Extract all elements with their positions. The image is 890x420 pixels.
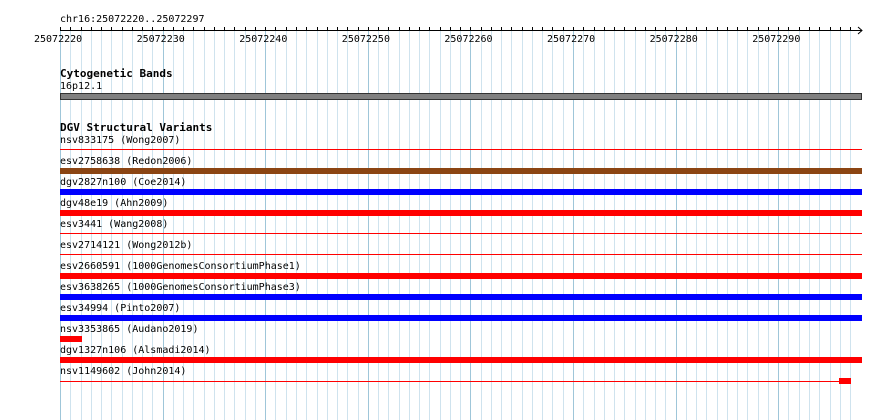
variant-feature-nsv3353865[interactable] (60, 336, 82, 342)
variant-label[interactable]: dgv1327n106 (Alsmadi2014) (60, 345, 211, 357)
dgv-track-title: DGV Structural Variants (60, 121, 213, 134)
variant-feature-esv3441[interactable] (60, 233, 862, 234)
cytoband-track-title: Cytogenetic Bands (60, 67, 173, 80)
cytoband-16p12-1[interactable] (60, 93, 862, 100)
variant-label[interactable]: esv2714121 (Wong2012b) (60, 240, 192, 252)
ruler-tick-label: 25072230 (136, 34, 185, 45)
variant-label[interactable]: esv2758638 (Redon2006) (60, 156, 192, 168)
variant-feature-dgv1327n106[interactable] (60, 357, 862, 363)
genome-browser-track-view: chr16:25072220..25072297 25072220 2507223… (0, 0, 890, 420)
variant-label[interactable]: esv3638265 (1000GenomesConsortiumPhase3) (60, 282, 301, 294)
variant-feature-esv2660591[interactable] (60, 273, 862, 279)
variant-feature-dgv2827n100[interactable] (60, 189, 862, 195)
variant-label[interactable]: dgv48e19 (Ahn2009) (60, 198, 168, 210)
variant-feature-dgv48e19[interactable] (60, 210, 862, 216)
variant-label[interactable]: nsv3353865 (Audano2019) (60, 324, 198, 336)
ruler-tick-label: 25072290 (752, 34, 801, 45)
ruler-tick-label: 25072220 (34, 34, 83, 45)
region-label: chr16:25072220..25072297 (60, 14, 205, 25)
ruler-tick-label: 25072250 (341, 34, 390, 45)
variant-feature-esv2714121[interactable] (60, 254, 862, 255)
variant-label[interactable]: dgv2827n100 (Coe2014) (60, 177, 186, 189)
variant-feature-nsv833175[interactable] (60, 149, 862, 150)
variant-label[interactable]: esv2660591 (1000GenomesConsortiumPhase1) (60, 261, 301, 273)
ruler-tick-label: 25072270 (547, 34, 596, 45)
variant-label[interactable]: nsv1149602 (John2014) (60, 366, 186, 378)
variant-label[interactable]: esv34994 (Pinto2007) (60, 303, 180, 315)
variant-feature-esv34994[interactable] (60, 315, 862, 321)
variant-feature-block[interactable] (839, 378, 851, 384)
ruler-tick-label: 25072260 (444, 34, 493, 45)
variant-feature-esv3638265[interactable] (60, 294, 862, 300)
variant-label[interactable]: nsv833175 (Wong2007) (60, 135, 180, 147)
cytoband-label: 16p12.1 (60, 81, 103, 92)
variant-label[interactable]: esv3441 (Wang2008) (60, 219, 168, 231)
ruler-tick-label: 25072240 (239, 34, 288, 45)
ruler-tick-label: 25072280 (649, 34, 698, 45)
variant-feature-esv2758638[interactable] (60, 168, 862, 174)
variant-feature-nsv1149602[interactable] (60, 381, 850, 382)
